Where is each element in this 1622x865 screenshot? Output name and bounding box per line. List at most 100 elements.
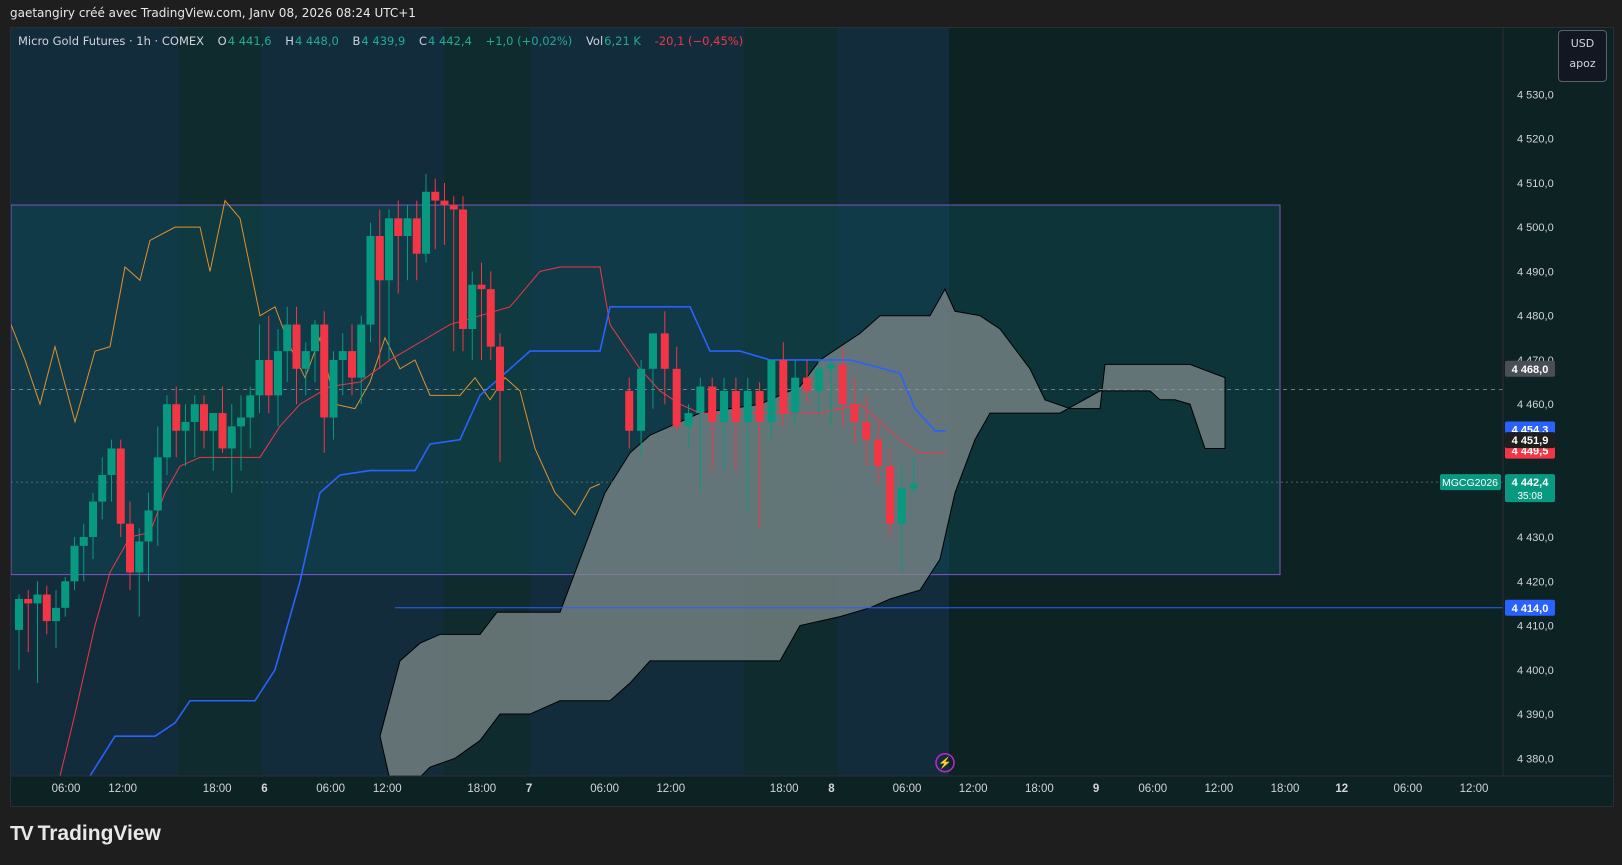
time-tick-label: 06:00: [893, 783, 922, 795]
candle-body: [486, 289, 495, 347]
candle-body: [874, 439, 883, 467]
candle-body: [431, 191, 440, 201]
time-tick-label: 12:00: [108, 783, 137, 795]
time-tick-label: 12:00: [373, 783, 402, 795]
price-axis[interactable]: 4 380,0 4 390,0 4 400,0 4 410,0 4 420,0 4 430…: [1502, 28, 1554, 776]
candle-body: [301, 351, 310, 369]
lightning-glyph: ⚡: [938, 757, 952, 770]
candle-body: [708, 386, 717, 422]
candle-body: [385, 218, 393, 281]
candle-body: [897, 488, 906, 524]
price-tick-label: 4 420,0: [1517, 576, 1554, 588]
candle-body: [255, 359, 264, 396]
candle-body: [61, 581, 70, 608]
price-tick-label: 4 400,0: [1517, 665, 1554, 677]
price-tick-label: 4 460,0: [1517, 399, 1554, 411]
candle-body: [440, 200, 449, 206]
candle-body: [218, 413, 227, 449]
candle-body: [338, 351, 347, 360]
candle-body: [357, 324, 366, 378]
candle-body: [862, 421, 871, 440]
time-tick-label: 18:00: [203, 783, 232, 795]
candle-body: [292, 324, 301, 369]
currency-label: USD: [1570, 37, 1595, 50]
candle-body: [468, 284, 477, 329]
volume-change: -20,1 (−0,45%): [654, 34, 744, 48]
change-value: +1,0 (+0,02%): [485, 34, 573, 48]
price-tick-label: 4 500,0: [1517, 222, 1554, 234]
price-tick-label: 4 390,0: [1517, 709, 1554, 721]
candle-body: [496, 346, 504, 391]
candle-body: [227, 426, 236, 449]
candle-body: [190, 404, 199, 422]
symbol-name[interactable]: Micro Gold Futures · 1h · COMEX: [18, 34, 204, 48]
tv-logo-icon: TV: [10, 822, 34, 845]
candle-body: [412, 218, 421, 254]
candle-body: [15, 598, 23, 630]
candle-body: [743, 390, 752, 422]
candle-body: [366, 236, 375, 325]
candle-body: [264, 359, 273, 396]
open-value: 4 441,6: [227, 34, 272, 48]
candle-body: [283, 324, 292, 352]
time-tick-label: 12:00: [656, 783, 685, 795]
time-tick-label: 06:00: [590, 783, 619, 795]
price-tick-label: 4 490,0: [1517, 266, 1554, 278]
time-tick-label: 12:00: [959, 783, 988, 795]
price-tag-4451: 4 451,9: [1512, 435, 1549, 447]
price-tick-label: 4 510,0: [1517, 178, 1554, 190]
candle: [116, 439, 125, 537]
candle-body: [909, 483, 918, 489]
candle-body: [52, 607, 60, 622]
open-label: O: [217, 34, 227, 48]
candle: [459, 196, 467, 352]
candle-body: [696, 386, 705, 414]
candle-body: [637, 368, 646, 431]
price-tag-4468: 4 468,0: [1512, 364, 1549, 376]
candle-body: [79, 536, 88, 546]
time-tick-label: 06:00: [1394, 783, 1423, 795]
candle-body: [107, 448, 116, 476]
currency-unit-button[interactable]: USD apoz: [1558, 30, 1607, 82]
candle-body: [24, 598, 33, 604]
candle-body: [375, 236, 384, 281]
chart-canvas[interactable]: 4 380,0 4 390,0 4 400,0 4 410,0 4 420,0 4 430…: [0, 0, 1622, 865]
candle-body: [237, 417, 245, 427]
candle-body: [779, 359, 788, 414]
price-tick-label: 4 480,0: [1517, 311, 1554, 323]
symbol-badge: MGCG2026: [1442, 477, 1498, 489]
candle-body: [274, 351, 282, 396]
candle-body: [329, 359, 338, 418]
time-tick-label: 18:00: [1025, 783, 1054, 795]
high-label: H: [285, 34, 294, 48]
candle-body: [720, 390, 729, 422]
candle-body: [181, 421, 190, 431]
high-value: 4 448,0: [294, 34, 339, 48]
candle-body: [394, 218, 403, 237]
price-tick-label: 4 410,0: [1517, 621, 1554, 633]
low-label: B: [352, 34, 361, 48]
candle-body: [459, 209, 467, 329]
price-tick-label: 4 380,0: [1517, 753, 1554, 765]
candle-body: [89, 501, 97, 537]
candle-body: [625, 390, 634, 431]
candle-body: [767, 359, 776, 422]
candle-body: [200, 404, 208, 431]
candle-body: [126, 523, 134, 573]
price-tick-label: 4 430,0: [1517, 532, 1554, 544]
time-tick-label: 18:00: [1271, 783, 1300, 795]
tradingview-logo[interactable]: TV TradingView: [10, 822, 161, 846]
time-tick-label: 12:00: [1460, 783, 1489, 795]
volume-label: Vol: [585, 34, 604, 48]
price-tick-label: 4 530,0: [1517, 89, 1554, 101]
time-tick-label: 06:00: [316, 783, 345, 795]
candle-body: [311, 324, 319, 352]
candle-body: [163, 404, 171, 458]
candle-body: [246, 395, 255, 418]
time-axis[interactable]: 06:00 12:00 18:00 6 06:00 12:00 18:00 7 06:00 12:…: [11, 775, 1612, 795]
candle-body: [135, 541, 144, 573]
candle-body: [449, 205, 458, 210]
price-tag-last: 4 442,4: [1512, 477, 1550, 489]
candle-body: [33, 594, 42, 604]
candle-body: [885, 466, 894, 524]
